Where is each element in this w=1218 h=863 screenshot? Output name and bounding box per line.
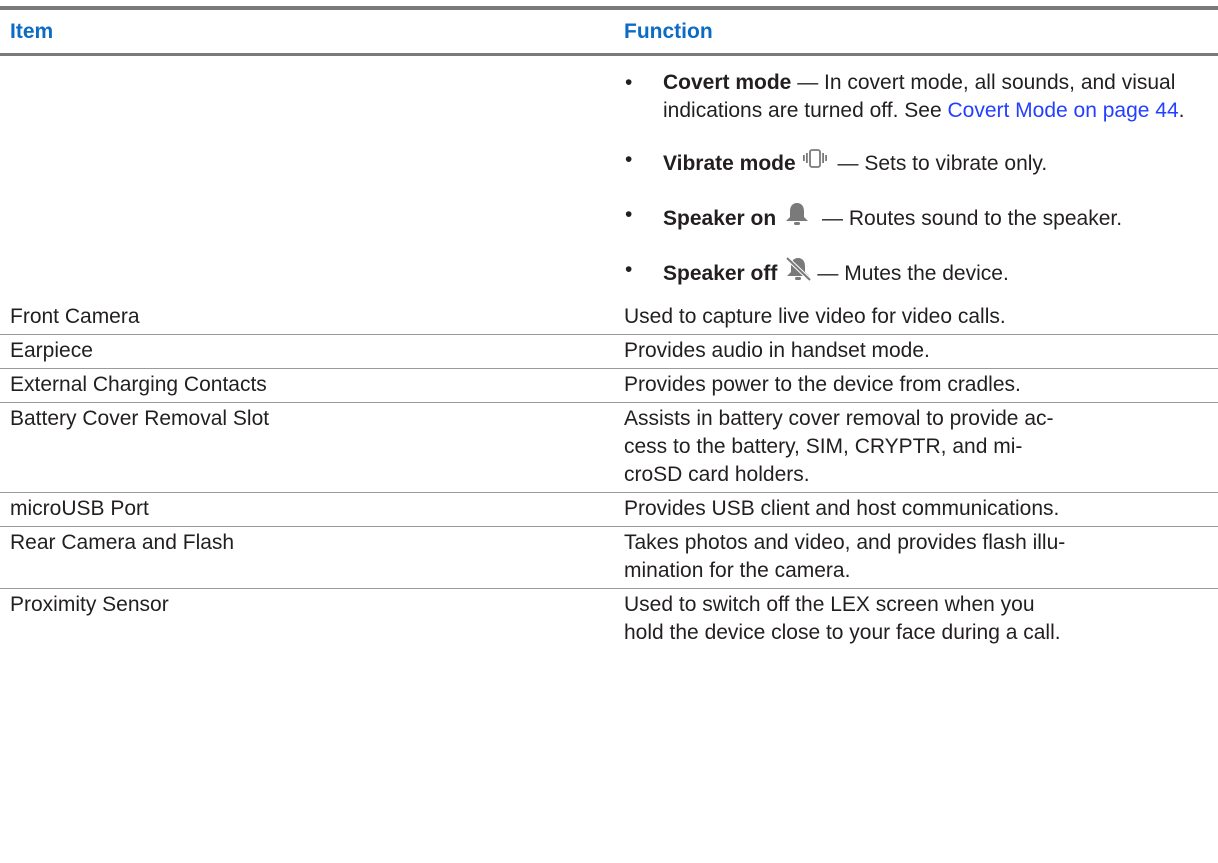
- vibrate-mode-description: — Sets to vibrate only.: [831, 152, 1048, 175]
- table-rows: Front Camera Used to capture live video f…: [0, 301, 1218, 650]
- covert-mode-link[interactable]: Covert Mode on page 44: [947, 99, 1178, 122]
- speaker-on-description: — Routes sound to the speaker.: [816, 207, 1123, 230]
- table-row: Earpiece Provides audio in handset mode.: [0, 334, 1218, 369]
- list-item-vibrate-mode: • Vibrate mode — Sets to vibrate only.: [624, 146, 1210, 180]
- header-item: Item: [0, 10, 607, 56]
- table-cell-function: Provides audio in handset mode.: [607, 334, 1218, 369]
- bullet: •: [625, 258, 633, 281]
- table-cell-function: Assists in battery cover removal to prov…: [607, 402, 1218, 493]
- bell-off-icon: [783, 256, 813, 290]
- table-cell-function: Used to switch off the LEX screen when y…: [624, 593, 1061, 644]
- term-speaker-off: Speaker off: [663, 262, 778, 285]
- bullet: •: [625, 148, 633, 171]
- item-function-table: Item Function • Covert mode — In covert …: [0, 10, 1218, 650]
- table-cell-item: microUSB Port: [0, 492, 607, 527]
- speaker-off-description: — Mutes the device.: [817, 262, 1009, 285]
- list-item-speaker-off: • Speaker off — Mutes the device.: [624, 256, 1210, 290]
- table-cell-modes: • Covert mode — In covert mode, all soun…: [607, 55, 1218, 302]
- document-page: Item Function • Covert mode — In covert …: [0, 0, 1218, 863]
- table-header-row: Item Function: [0, 10, 1218, 56]
- table-row: External Charging Contacts Provides power…: [0, 368, 1218, 403]
- table-cell-item: Rear Camera and Flash: [0, 526, 607, 589]
- table-row: microUSB Port Provides USB client and hos…: [0, 492, 1218, 527]
- bell-icon: [782, 201, 812, 235]
- mode-list: • Covert mode — In covert mode, all soun…: [624, 69, 1210, 290]
- table-row: Front Camera Used to capture live video f…: [0, 301, 1218, 335]
- table-cell-function: Takes photos and video, and provides fla…: [607, 526, 1218, 589]
- table-cell-item: Front Camera: [0, 301, 607, 335]
- table-cell-item-empty: [0, 55, 607, 302]
- table-cell-item: Battery Cover Removal Slot: [0, 402, 607, 493]
- bullet: •: [625, 203, 633, 226]
- list-item-speaker-on: • Speaker on — Routes sound to the speak…: [624, 201, 1210, 235]
- table-cell-item: Earpiece: [0, 334, 607, 369]
- term-vibrate-mode: Vibrate mode: [663, 152, 796, 175]
- term-covert-mode: Covert mode: [663, 71, 792, 94]
- table-cell-function: Provides power to the device from cradle…: [607, 368, 1218, 403]
- table-row-modes: • Covert mode — In covert mode, all soun…: [0, 55, 1218, 302]
- table-cell-function: Provides USB client and host communicati…: [607, 492, 1218, 527]
- covert-mode-suffix: .: [1178, 99, 1185, 122]
- table-row: Battery Cover Removal Slot Assists in bat…: [0, 402, 1218, 493]
- bullet: •: [625, 71, 633, 94]
- table-cell-item: Proximity Sensor: [10, 593, 169, 616]
- vibrate-icon: [802, 146, 828, 180]
- list-item-covert-mode: • Covert mode — In covert mode, all soun…: [624, 69, 1210, 125]
- table-cell-function: Used to capture live video for video cal…: [607, 301, 1218, 335]
- table-row: Proximity Sensor Used to switch off the L…: [0, 589, 1218, 651]
- table-row: Rear Camera and Flash Takes photos and vi…: [0, 526, 1218, 589]
- table-cell-item: External Charging Contacts: [0, 368, 607, 403]
- header-function: Function: [607, 10, 1218, 56]
- term-speaker-on: Speaker on: [663, 207, 777, 230]
